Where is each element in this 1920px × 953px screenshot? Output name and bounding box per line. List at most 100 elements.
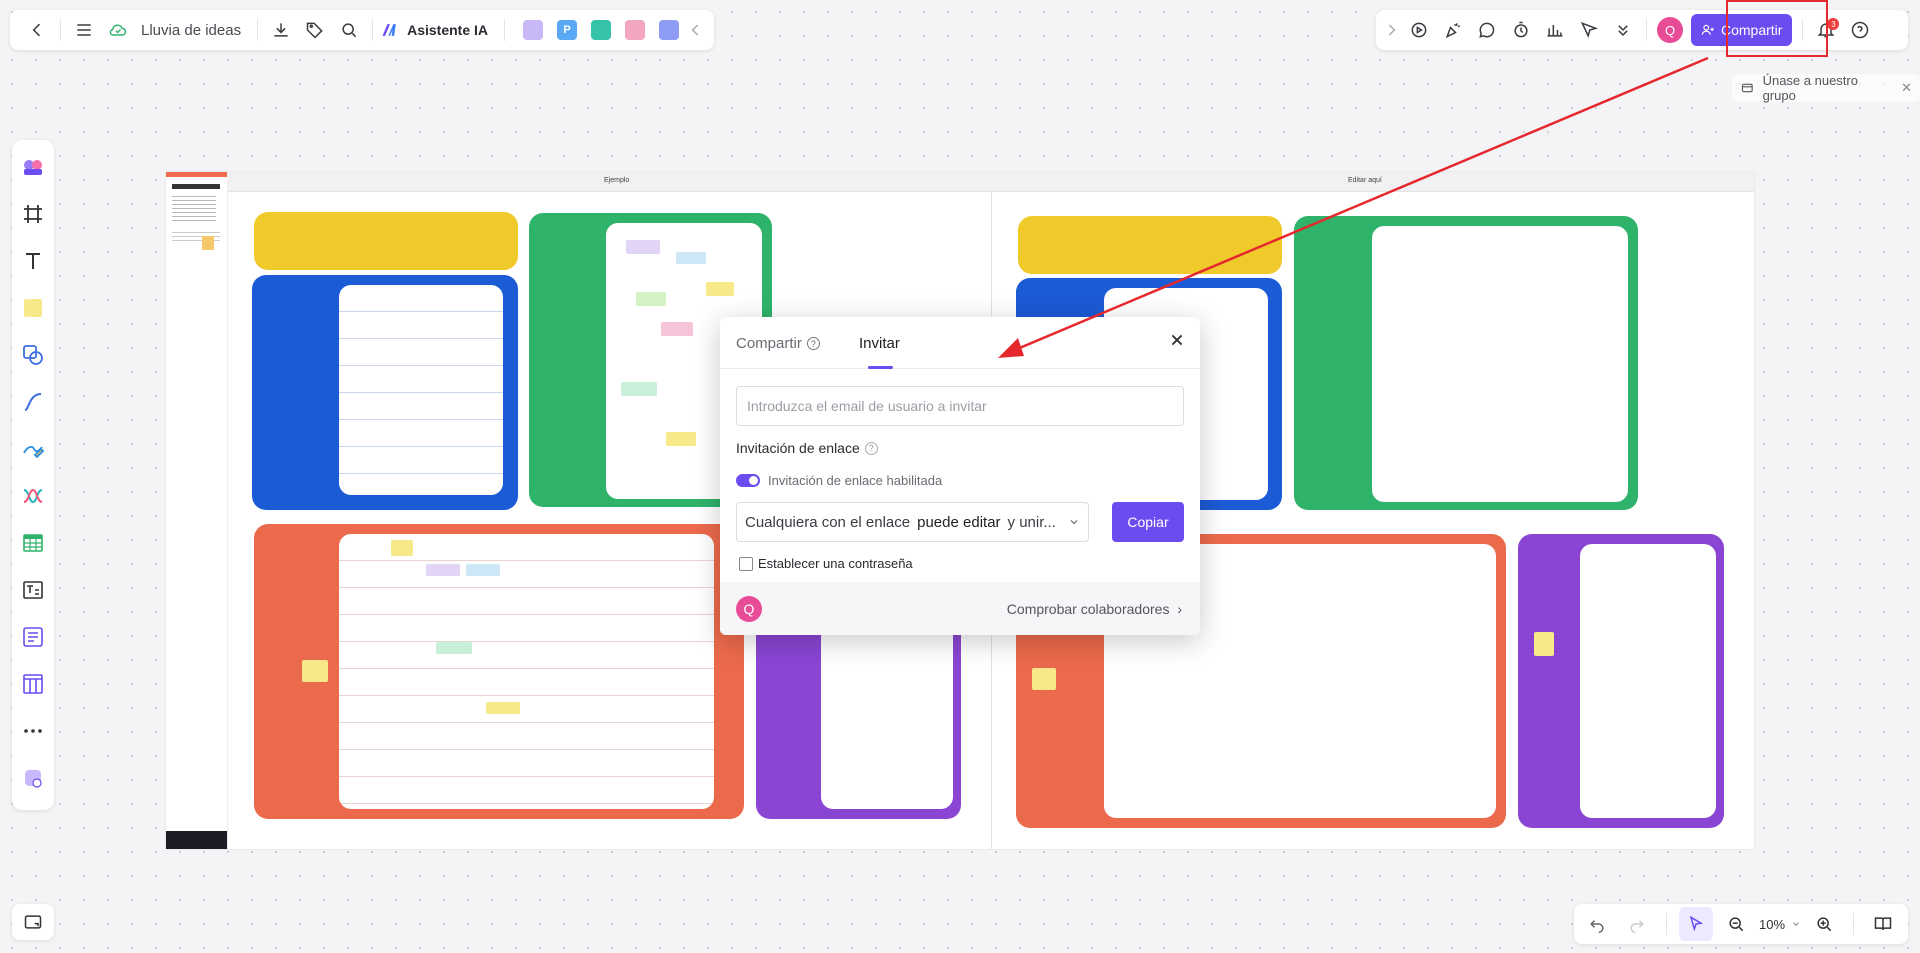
bottom-left-bar (12, 904, 54, 940)
copy-link-button[interactable]: Copiar (1112, 502, 1184, 542)
chevron-down-icon[interactable] (1791, 919, 1801, 929)
search-icon[interactable] (332, 13, 366, 47)
close-icon[interactable]: ✕ (1901, 80, 1912, 96)
frame-icon[interactable] (18, 199, 48, 229)
presentation-icon[interactable]: P (557, 20, 577, 40)
link-invite-toggle[interactable] (736, 474, 760, 487)
guide-sticky (202, 236, 214, 250)
sticky-note (466, 564, 500, 576)
chevron-left-icon[interactable] (686, 13, 706, 47)
sticky-note (426, 564, 460, 576)
zoom-level[interactable]: 10% (1759, 917, 1785, 932)
divider (1853, 913, 1855, 935)
help-icon[interactable]: ? (806, 337, 820, 350)
share-dialog: Compartir ? Invitar Invitación de enlace… (720, 317, 1200, 635)
sticky-note (706, 282, 734, 296)
group-icon (1741, 83, 1753, 93)
set-password-checkbox[interactable] (739, 557, 753, 571)
sticky-note (626, 240, 660, 254)
edit-area-purple[interactable] (1580, 544, 1716, 818)
zoom-out-icon[interactable] (1719, 907, 1753, 941)
sticky-note (1032, 668, 1056, 690)
info-icon[interactable]: ? (864, 441, 878, 455)
ai-logo-icon (379, 13, 401, 47)
book-icon[interactable] (1866, 907, 1900, 941)
document-title[interactable]: Lluvia de ideas (141, 22, 241, 39)
divider (1666, 913, 1667, 935)
tab-invite[interactable]: Invitar (859, 335, 900, 352)
chevron-right-icon[interactable] (1380, 13, 1402, 47)
select-tool-icon[interactable] (1679, 907, 1713, 941)
comment-icon[interactable] (1470, 13, 1504, 47)
apps-icon[interactable] (18, 763, 48, 793)
user-avatar[interactable]: Q (1657, 17, 1683, 43)
kanban-icon[interactable] (18, 669, 48, 699)
notification-badge: 3 (1827, 18, 1840, 30)
mindmap-icon[interactable] (591, 20, 611, 40)
dialog-tabs: Compartir ? Invitar (720, 317, 1200, 369)
menu-icon[interactable] (67, 13, 101, 47)
sticky-note (621, 382, 657, 396)
redo-icon[interactable] (1620, 907, 1654, 941)
guide-strip (166, 172, 228, 849)
join-group-banner[interactable]: Únase a nuestro grupo ✕ (1732, 73, 1920, 103)
minimap-icon[interactable] (23, 912, 43, 932)
list-icon[interactable] (18, 622, 48, 652)
vote-icon[interactable] (1538, 13, 1572, 47)
text-icon[interactable] (18, 246, 48, 276)
tab-share-label: Compartir (736, 335, 802, 352)
divider (60, 19, 61, 41)
close-icon[interactable] (1166, 329, 1188, 351)
back-icon[interactable] (20, 13, 54, 47)
guide-footer (166, 831, 227, 849)
link-enabled-label: Invitación de enlace habilitada (768, 473, 943, 488)
chevron-down-icon (1070, 520, 1078, 525)
download-icon[interactable] (264, 13, 298, 47)
table-icon[interactable] (18, 528, 48, 558)
check-collaborators-link[interactable]: Comprobar colaboradores › (1007, 601, 1182, 617)
undo-icon[interactable] (1580, 907, 1614, 941)
mindmap-tool-icon[interactable] (18, 481, 48, 511)
permission-prefix: Cualquiera con el enlace (745, 513, 911, 531)
pen-icon[interactable] (18, 434, 48, 464)
edit-area-green[interactable] (1372, 226, 1628, 502)
sticky-note-icon[interactable] (18, 293, 48, 323)
image-gen-icon[interactable] (523, 20, 543, 40)
invite-email-input[interactable] (736, 386, 1184, 426)
collaborator-avatar: Q (736, 596, 762, 622)
help-icon[interactable] (1843, 13, 1877, 47)
sticky-note (661, 322, 693, 336)
tag-icon[interactable] (298, 13, 332, 47)
sticky-note (436, 642, 472, 654)
panel-yellow-example (254, 212, 518, 270)
example-table (339, 285, 503, 495)
present-icon[interactable] (1402, 13, 1436, 47)
guide-strip-bar (166, 172, 227, 177)
ai-assistant-button[interactable]: Asistente IA (407, 22, 488, 38)
guide-title (172, 184, 220, 189)
celebrate-icon[interactable] (1436, 13, 1470, 47)
text-box-icon[interactable] (18, 575, 48, 605)
panel-blue-example (252, 275, 518, 510)
timer-icon[interactable] (1504, 13, 1538, 47)
cursor-follow-icon[interactable] (1572, 13, 1606, 47)
join-group-text: Únase a nuestro grupo (1762, 73, 1858, 103)
permission-select[interactable]: Cualquiera con el enlace puede editar y … (736, 502, 1089, 542)
flowchart-icon[interactable] (625, 20, 645, 40)
more-tools-icon[interactable] (18, 716, 48, 746)
chat-app-icon[interactable] (659, 20, 679, 40)
connector-icon[interactable] (18, 387, 48, 417)
zoom-in-icon[interactable] (1807, 907, 1841, 941)
annotation-highlight-box (1726, 0, 1828, 57)
shapes-icon[interactable] (18, 340, 48, 370)
example-fishbone (339, 534, 714, 809)
label-edit-here: Editar aquí (1348, 177, 1382, 184)
panel-purple-edit (1518, 534, 1724, 828)
templates-icon[interactable] (18, 152, 48, 182)
panel-green-edit (1294, 216, 1638, 510)
tab-share[interactable]: Compartir ? (736, 335, 820, 352)
guide-text (172, 196, 216, 224)
sticky-note (636, 292, 666, 306)
set-password-label: Establecer una contraseña (758, 556, 913, 571)
chevron-double-down-icon[interactable] (1606, 13, 1640, 47)
